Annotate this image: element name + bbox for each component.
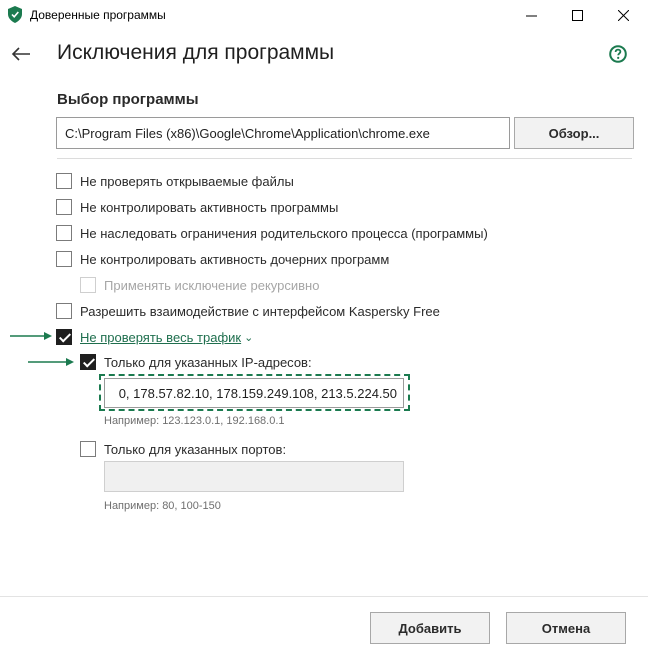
program-section-label: Выбор программы (57, 91, 199, 108)
checkbox-no-inherit-restrictions[interactable] (56, 225, 72, 241)
help-icon[interactable] (609, 45, 627, 63)
checkbox-ports-only[interactable] (80, 441, 96, 457)
checkbox-skip-traffic[interactable] (56, 329, 72, 345)
option-label: Применять исключение рекурсивно (104, 277, 320, 293)
ports-hint: Например: 80, 100-150 (104, 500, 221, 512)
section-divider (57, 158, 632, 159)
annotation-arrow-icon (28, 358, 74, 366)
option-label: Разрешить взаимодействие с интерфейсом K… (80, 303, 440, 319)
close-button[interactable] (600, 0, 646, 30)
option-row-ip-only[interactable]: Только для указанных IP-адресов: (80, 352, 312, 372)
option-row-recursive: Применять исключение рекурсивно (80, 275, 319, 295)
page-title: Исключения для программы (57, 41, 335, 64)
annotation-arrow-icon (10, 332, 52, 340)
checkbox-ip-only[interactable] (80, 354, 96, 370)
minimize-icon (525, 15, 537, 16)
checkbox-allow-interface[interactable] (56, 303, 72, 319)
footer-divider (0, 596, 648, 597)
close-icon (617, 9, 629, 21)
option-label: Не контролировать активность программы (80, 199, 339, 215)
option-row-allow-interface[interactable]: Разрешить взаимодействие с интерфейсом K… (56, 301, 440, 321)
maximize-icon (571, 9, 583, 21)
option-row-no-child-control[interactable]: Не контролировать активность дочерних пр… (56, 249, 389, 269)
option-row-skip-traffic[interactable]: Не проверять весь трафик ⌄ (56, 327, 253, 347)
add-button[interactable]: Добавить (370, 612, 490, 644)
kaspersky-shield-icon (8, 6, 22, 23)
option-label: Не проверять открываемые файлы (80, 173, 294, 189)
ports-input[interactable] (104, 461, 404, 492)
skip-traffic-link[interactable]: Не проверять весь трафик (80, 330, 241, 345)
option-row-skip-open-files[interactable]: Не проверять открываемые файлы (56, 171, 294, 191)
option-label: Не наследовать ограничения родительского… (80, 225, 488, 241)
cancel-button[interactable]: Отмена (506, 612, 626, 644)
maximize-button[interactable] (554, 0, 600, 30)
browse-button[interactable]: Обзор... (514, 117, 634, 149)
back-arrow-icon[interactable] (10, 44, 32, 64)
option-row-no-activity-control[interactable]: Не контролировать активность программы (56, 197, 338, 217)
minimize-button[interactable] (508, 0, 554, 30)
checkbox-recursive (80, 277, 96, 293)
title-bar: Доверенные программы (0, 0, 648, 30)
ip-only-label: Только для указанных IP-адресов: (104, 354, 312, 370)
ip-addresses-input[interactable] (104, 378, 404, 408)
ports-only-label: Только для указанных портов: (104, 441, 287, 457)
checkbox-skip-open-files[interactable] (56, 173, 72, 189)
program-path-input[interactable] (56, 117, 510, 149)
option-row-no-inherit-restrictions[interactable]: Не наследовать ограничения родительского… (56, 223, 488, 243)
checkbox-no-activity-control[interactable] (56, 199, 72, 215)
option-row-ports-only[interactable]: Только для указанных портов: (80, 439, 286, 459)
checkbox-no-child-control[interactable] (56, 251, 72, 267)
option-label: Не контролировать активность дочерних пр… (80, 251, 390, 267)
chevron-down-icon[interactable]: ⌄ (244, 331, 253, 344)
ip-hint: Например: 123.123.0.1, 192.168.0.1 (104, 415, 285, 427)
window-title: Доверенные программы (30, 8, 166, 22)
